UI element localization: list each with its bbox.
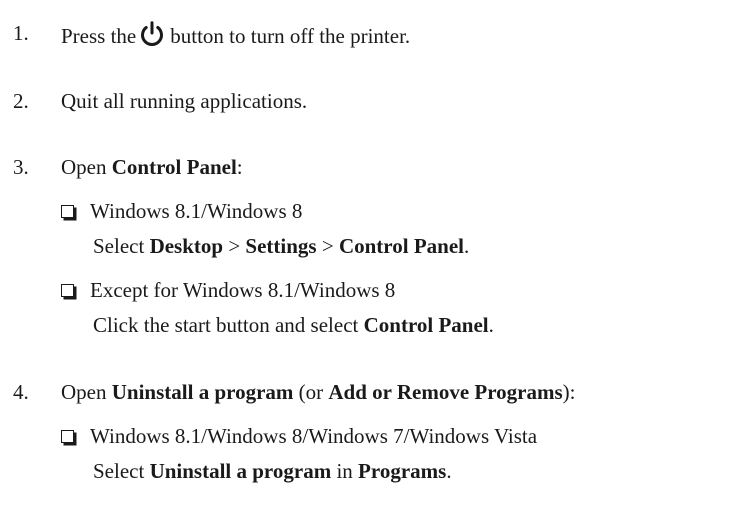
- instruction-text: .: [463, 234, 470, 258]
- option-instruction: Select Uninstall a program in Programs.: [93, 459, 452, 483]
- checkbox-bullet-icon: [61, 430, 74, 443]
- option-title: Except for Windows 8.1/Windows 8: [90, 278, 396, 302]
- instruction-text: .: [446, 459, 452, 483]
- instruction-bold: Control Panel: [363, 313, 489, 337]
- step-number: 3.: [13, 155, 29, 179]
- power-icon: [141, 21, 164, 46]
- step-3-text: Open Control Panel:: [61, 155, 243, 179]
- instruction-text: Click the start button and select: [93, 313, 364, 337]
- instruction-text: >: [316, 234, 339, 258]
- option-instruction: Click the start button and select Contro…: [93, 313, 494, 337]
- step-bold-term: Uninstall a program: [111, 380, 294, 404]
- step-text-after: button to turn off the printer.: [170, 24, 411, 48]
- step-text: Open: [61, 380, 112, 404]
- step-number: 4.: [13, 380, 29, 404]
- instruction-text: >: [223, 234, 246, 258]
- step-number: 1.: [13, 21, 29, 45]
- option-title: Windows 8.1/Windows 8/Windows 7/Windows …: [90, 424, 538, 448]
- step-1-text: Press the button to turn off the printer…: [61, 21, 410, 48]
- step-4-text: Open Uninstall a program (or Add or Remo…: [61, 380, 576, 404]
- option-title: Windows 8.1/Windows 8: [90, 199, 303, 223]
- instruction-bold: Programs: [358, 459, 447, 483]
- step-text: ):: [562, 380, 576, 404]
- instruction-text: Select: [93, 459, 150, 483]
- option-item: Windows 8.1/Windows 8/Windows 7/Windows …: [61, 424, 537, 448]
- step-bold-term: Control Panel: [111, 155, 237, 179]
- step-text-before: Open: [61, 155, 112, 179]
- checkbox-bullet-icon: [61, 284, 74, 297]
- option-item: Except for Windows 8.1/Windows 8: [61, 278, 395, 302]
- step-text-after: :: [236, 155, 243, 179]
- option-instruction: Select Desktop > Settings > Control Pane…: [93, 234, 469, 258]
- step-text: (or: [293, 380, 329, 404]
- step-number: 2.: [13, 89, 29, 113]
- instruction-bold: Uninstall a program: [149, 459, 332, 483]
- instruction-bold: Settings: [245, 234, 317, 258]
- step-2-text: Quit all running applications.: [61, 89, 308, 113]
- instruction-text: Select: [93, 234, 150, 258]
- option-item: Windows 8.1/Windows 8: [61, 199, 302, 223]
- instruction-bold: Desktop: [149, 234, 224, 258]
- instruction-text: in: [331, 459, 359, 483]
- checkbox-bullet-icon: [61, 205, 74, 218]
- instruction-text: .: [488, 313, 494, 337]
- step-bold-term: Add or Remove Programs: [328, 380, 563, 404]
- step-text-before: Press the: [61, 24, 137, 48]
- instruction-bold: Control Panel: [338, 234, 464, 258]
